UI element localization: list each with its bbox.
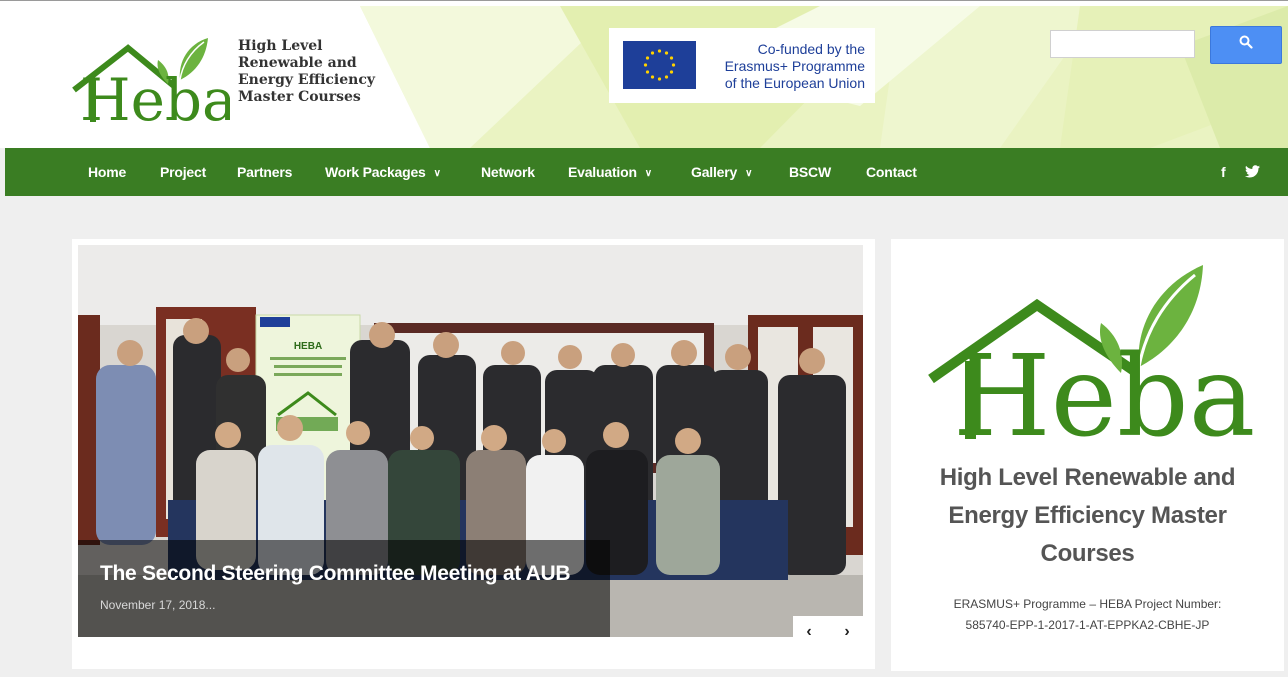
sidebar-project-number: ERASMUS+ Programme – HEBA Project Number…	[891, 594, 1284, 636]
nav-item-network[interactable]: Network	[481, 148, 535, 196]
slide-caption[interactable]: The Second Steering Committee Meeting at…	[78, 540, 610, 637]
chevron-down-icon: ∨	[433, 168, 441, 179]
nav-item-label: Network	[481, 164, 535, 180]
nav-item-label: Evaluation	[568, 164, 637, 180]
sidebar-title-line: Energy Efficiency Master	[948, 502, 1227, 529]
facebook-link[interactable]: f	[1221, 148, 1226, 196]
banner-title: HEBA	[294, 341, 322, 352]
chevron-down-icon: ∨	[745, 168, 753, 179]
search-button[interactable]	[1210, 26, 1282, 64]
main-navigation: Home Project Partners Work Packages ∨ Net…	[5, 148, 1288, 196]
slider-prev-button[interactable]: ‹	[799, 622, 819, 642]
sidebar-title: High Level Renewable and Energy Efficien…	[891, 459, 1284, 573]
nav-item-label: Gallery	[691, 164, 738, 180]
nav-item-label: Work Packages	[325, 164, 426, 180]
twitter-link[interactable]	[1245, 165, 1260, 179]
eu-cofunded-badge: Co-funded by the Erasmus+ Programme of t…	[609, 28, 875, 103]
tagline-line: Energy Efficiency	[238, 72, 375, 88]
sidebar-sub-line: 585740-EPP-1-2017-1-AT-EPPKA2-CBHE-JP	[965, 618, 1210, 632]
slide-title[interactable]: The Second Steering Committee Meeting at…	[100, 562, 571, 586]
eu-text-line: of the European Union	[724, 75, 865, 91]
nav-item-label: Project	[160, 164, 207, 180]
nav-item-evaluation[interactable]: Evaluation ∨	[568, 148, 652, 196]
heba-logo: Heba	[72, 38, 230, 126]
nav-item-contact[interactable]: Contact	[866, 148, 917, 196]
tagline-line: High Level	[238, 38, 323, 54]
twitter-icon	[1245, 165, 1260, 178]
logo-wordmark: Heba	[80, 66, 230, 126]
search-input[interactable]	[1050, 30, 1195, 58]
slider-controls: ‹ ›	[793, 616, 863, 650]
nav-item-bscw[interactable]: BSCW	[789, 148, 831, 196]
chevron-down-icon: ∨	[644, 168, 652, 179]
sidebar-about-card: Heba High Level Renewable and Energy Eff…	[891, 239, 1284, 671]
facebook-icon: f	[1221, 164, 1226, 180]
site-tagline: High Level Renewable and Energy Efficien…	[238, 38, 375, 106]
nav-item-partners[interactable]: Partners	[237, 148, 292, 196]
nav-item-label: Partners	[237, 164, 293, 180]
nav-item-project[interactable]: Project	[160, 148, 206, 196]
tagline-line: Master Courses	[238, 89, 361, 105]
eu-flag-icon	[623, 41, 696, 89]
search-icon	[1239, 35, 1253, 49]
page: Heba High Level Renewable and Energy Eff…	[0, 0, 1288, 677]
sidebar-title-line: Courses	[1040, 540, 1135, 567]
slider-next-button[interactable]: ›	[837, 622, 857, 642]
nav-item-gallery[interactable]: Gallery ∨	[691, 148, 752, 196]
slide-date: November 17, 2018...	[100, 598, 216, 612]
heba-logo-large: Heba	[928, 265, 1255, 461]
nav-item-work-packages[interactable]: Work Packages ∨	[325, 148, 441, 196]
eu-text-line: Erasmus+ Programme	[724, 58, 865, 74]
nav-item-home[interactable]: Home	[88, 148, 126, 196]
nav-item-label: Home	[88, 164, 127, 180]
sidebar-title-line: High Level Renewable and	[939, 464, 1236, 491]
nav-item-label: BSCW	[789, 164, 831, 180]
eu-text-line: Co-funded by the	[757, 41, 865, 57]
side-logo-wordmark: Heba	[953, 332, 1255, 461]
eu-cofunded-text: Co-funded by the Erasmus+ Programme of t…	[709, 41, 865, 92]
nav-item-label: Contact	[866, 164, 917, 180]
sidebar-sub-line: ERASMUS+ Programme – HEBA Project Number…	[953, 597, 1222, 611]
tagline-line: Renewable and	[238, 55, 357, 71]
site-header: Heba High Level Renewable and Energy Eff…	[0, 6, 1288, 148]
